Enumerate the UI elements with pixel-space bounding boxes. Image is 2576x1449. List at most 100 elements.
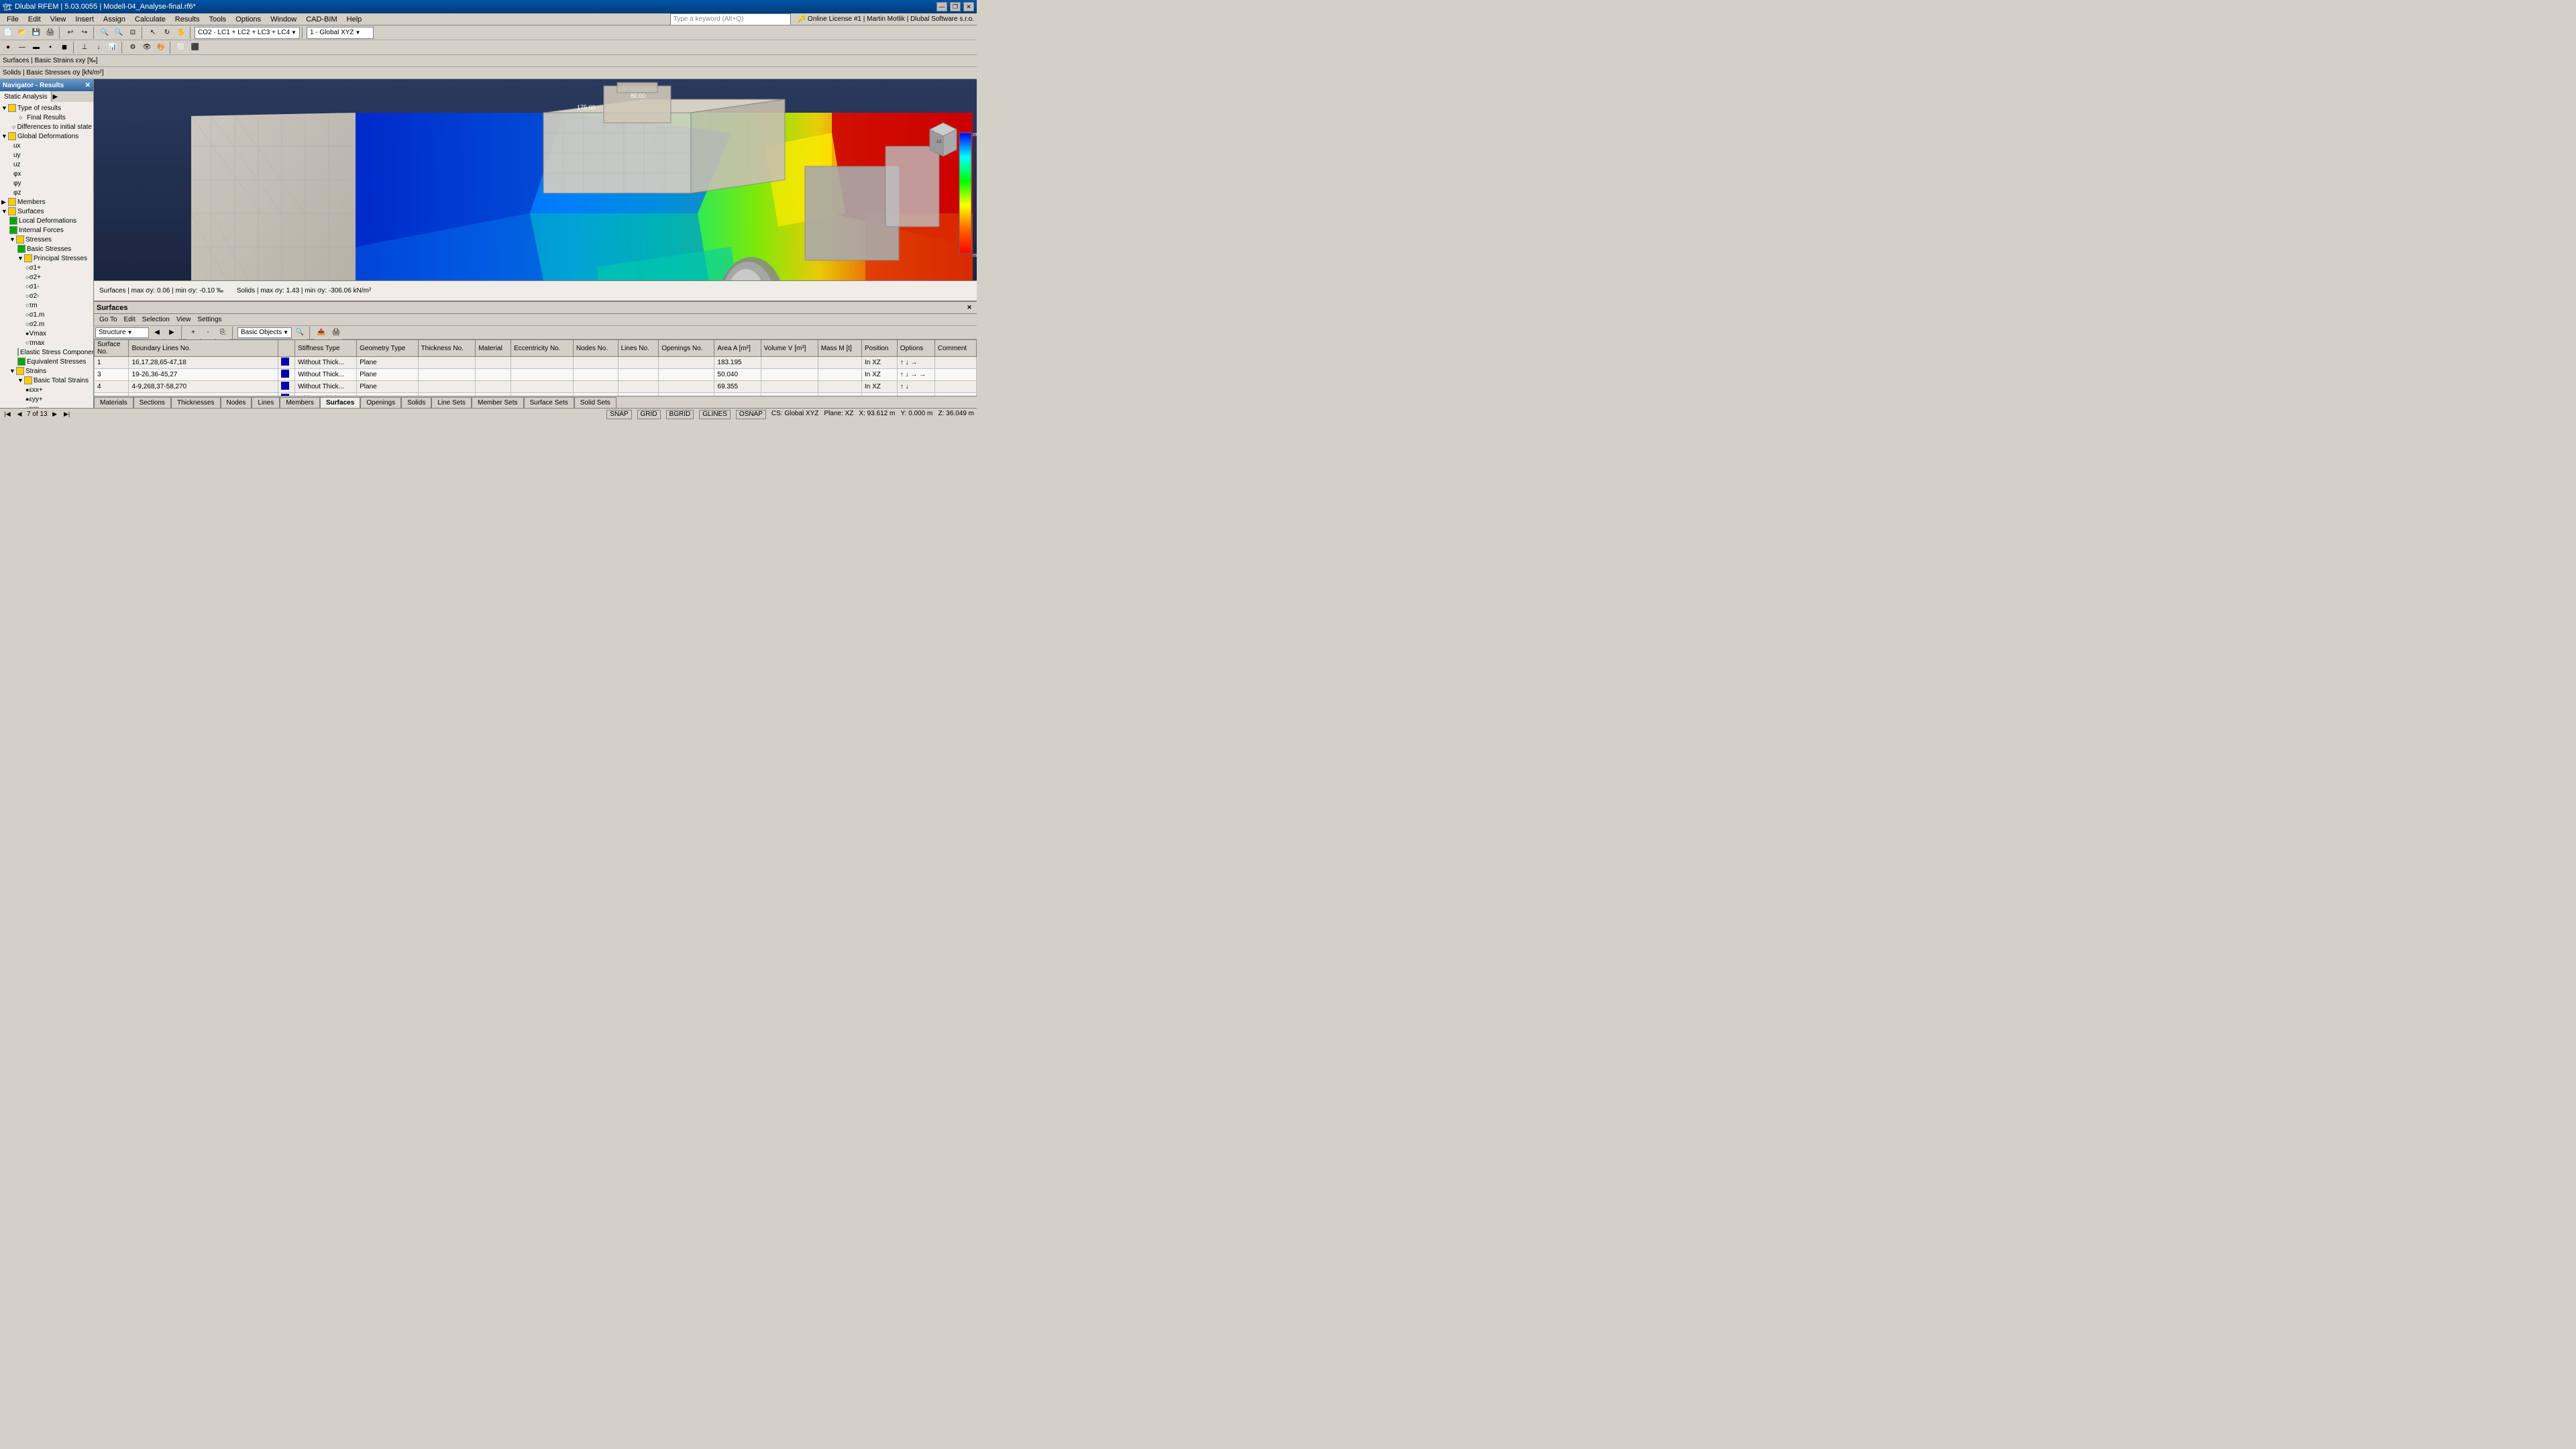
tb-select[interactable]: ↖	[146, 26, 160, 40]
tree-s1m[interactable]: ○ σ1-	[0, 282, 93, 291]
tree-s2m[interactable]: ○ σ2-	[0, 291, 93, 301]
tree-uy[interactable]: uy	[0, 150, 93, 160]
tree-equiv-stress[interactable]: Equivalent Stresses	[0, 357, 93, 366]
menu-options[interactable]: Options	[231, 15, 265, 24]
tb-undo[interactable]: ↩	[64, 26, 77, 40]
btab-materials[interactable]: Materials	[94, 397, 133, 408]
table-row[interactable]: 3 19-26,36-45,27 Without Thick... Plane	[95, 369, 977, 381]
tree-exx-p[interactable]: ● εxx+	[0, 385, 93, 394]
tree-members[interactable]: ▶ Members	[0, 197, 93, 207]
status-first-btn[interactable]: |◀	[3, 410, 12, 419]
tree-elastic[interactable]: Elastic Stress Components	[0, 347, 93, 357]
tree-phiz[interactable]: φz	[0, 188, 93, 197]
structure-dropdown[interactable]: Structure ▼	[95, 327, 149, 338]
tree-phiy[interactable]: φy	[0, 178, 93, 188]
tree-diff-initial[interactable]: ○ Differences to initial state	[0, 122, 93, 131]
osnap-btn[interactable]: OSNAP	[736, 410, 766, 419]
tree-stresses[interactable]: ▼ Stresses	[0, 235, 93, 244]
viewport-3d[interactable]: 175.00 80.00 max min XZ	[94, 79, 977, 280]
3d-cube-indicator[interactable]: XZ	[923, 119, 963, 160]
tree-strains[interactable]: ▼ Strains	[0, 366, 93, 376]
tree-global-deformations[interactable]: ▼ Global Deformations	[0, 131, 93, 141]
tb-member[interactable]: ▬	[30, 41, 43, 54]
btab-members[interactable]: Members	[280, 397, 320, 408]
tree-exx-m[interactable]: ● εxx-	[0, 404, 93, 408]
menu-view[interactable]: View	[46, 15, 70, 24]
tb-print-table[interactable]: 🖨	[329, 326, 343, 339]
tree-s2m2[interactable]: ○ σ2.m	[0, 319, 93, 329]
tb-copy[interactable]: ⎘	[216, 326, 229, 339]
tb-node[interactable]: ●	[1, 41, 15, 54]
btab-member-sets[interactable]: Member Sets	[472, 397, 523, 408]
menu-help[interactable]: Help	[343, 15, 366, 24]
tree-tmax[interactable]: ○ τmax	[0, 338, 93, 347]
btab-lines[interactable]: Lines	[252, 397, 280, 408]
menu-cad-bim[interactable]: CAD-BIM	[302, 15, 341, 24]
tree-ux[interactable]: ux	[0, 141, 93, 150]
table-menu-settings[interactable]: Settings	[195, 316, 224, 323]
tree-phix[interactable]: φx	[0, 169, 93, 178]
tb-support[interactable]: ⊥	[78, 41, 91, 54]
tb-wire[interactable]: ⬜	[174, 41, 188, 54]
table-menu-selection[interactable]: Selection	[140, 316, 172, 323]
tree-eyy-p[interactable]: ● εyy+	[0, 394, 93, 404]
tb-open[interactable]: 📂	[15, 26, 29, 40]
status-last-btn[interactable]: ▶|	[62, 410, 72, 419]
tree-vmax[interactable]: ● Vmax	[0, 329, 93, 338]
tb-prev[interactable]: ◀	[150, 326, 164, 339]
btab-thicknesses[interactable]: Thicknesses	[171, 397, 221, 408]
basic-objects-dropdown[interactable]: Basic Objects ▼	[237, 327, 292, 338]
close-button[interactable]: ✕	[963, 2, 974, 11]
minimize-button[interactable]: —	[936, 2, 947, 11]
menu-insert[interactable]: Insert	[71, 15, 98, 24]
tree-surfaces[interactable]: ▼ Surfaces	[0, 207, 93, 216]
tb-color[interactable]: 🎨	[154, 41, 168, 54]
tree-uz[interactable]: uz	[0, 160, 93, 169]
tree-item-type-of-results[interactable]: ▼ Type of results	[0, 103, 93, 113]
tree-s1m2[interactable]: ○ σ1.m	[0, 310, 93, 319]
restore-button[interactable]: ❐	[950, 2, 961, 11]
btab-openings[interactable]: Openings	[360, 397, 401, 408]
keyword-search[interactable]: Type a keyword (Alt+Q)	[670, 13, 791, 25]
grid-btn[interactable]: GRID	[637, 410, 661, 419]
status-prev-btn[interactable]: ◀	[15, 410, 24, 419]
btab-solids[interactable]: Solids	[401, 397, 431, 408]
load-case-dropdown[interactable]: CO2 · LC1 + LC2 + LC3 + LC4 ▼	[195, 27, 300, 39]
tb-redo[interactable]: ↪	[78, 26, 91, 40]
tb-surface[interactable]: ▪	[44, 41, 57, 54]
menu-results[interactable]: Results	[171, 15, 204, 24]
bgrid-btn[interactable]: BGRID	[666, 410, 694, 419]
tb-pan[interactable]: ✋	[174, 26, 188, 40]
tb-result[interactable]: 📊	[106, 41, 119, 54]
menu-assign[interactable]: Assign	[99, 15, 129, 24]
table-close-btn[interactable]: ✕	[965, 303, 974, 313]
btab-nodes[interactable]: Nodes	[221, 397, 252, 408]
table-menu-edit[interactable]: Edit	[121, 316, 138, 323]
tb-zoom-in[interactable]: 🔍	[98, 26, 111, 40]
menu-tools[interactable]: Tools	[205, 15, 230, 24]
tree-local-def[interactable]: Local Deformations	[0, 216, 93, 225]
status-next-btn[interactable]: ▶	[50, 410, 60, 419]
tb-solid-render[interactable]: ⬛	[189, 41, 202, 54]
static-analysis-tab[interactable]: Static Analysis	[0, 91, 52, 102]
tb-next[interactable]: ▶	[165, 326, 178, 339]
nav-close-btn[interactable]: ✕	[85, 82, 91, 89]
tb-export[interactable]: 📤	[315, 326, 328, 339]
tree-internal-forces[interactable]: Internal Forces	[0, 225, 93, 235]
menu-edit[interactable]: Edit	[24, 15, 45, 24]
btab-sections[interactable]: Sections	[133, 397, 171, 408]
tb-line[interactable]: —	[15, 41, 29, 54]
btab-line-sets[interactable]: Line Sets	[431, 397, 472, 408]
tree-s1p[interactable]: ○ σ1+	[0, 263, 93, 272]
tree-tm[interactable]: ○ τm	[0, 301, 93, 310]
menu-file[interactable]: File	[3, 15, 23, 24]
btab-solid-sets[interactable]: Solid Sets	[574, 397, 616, 408]
table-menu-view[interactable]: View	[174, 316, 194, 323]
tb-rotate[interactable]: ↻	[160, 26, 174, 40]
tb-zoom-out[interactable]: 🔍	[112, 26, 125, 40]
tree-principal-stresses[interactable]: ▼ Principal Stresses	[0, 254, 93, 263]
tb-settings[interactable]: ⚙	[126, 41, 140, 54]
table-menu-goto[interactable]: Go To	[97, 316, 120, 323]
tb-delete-row[interactable]: -	[201, 326, 215, 339]
menu-calculate[interactable]: Calculate	[131, 15, 170, 24]
